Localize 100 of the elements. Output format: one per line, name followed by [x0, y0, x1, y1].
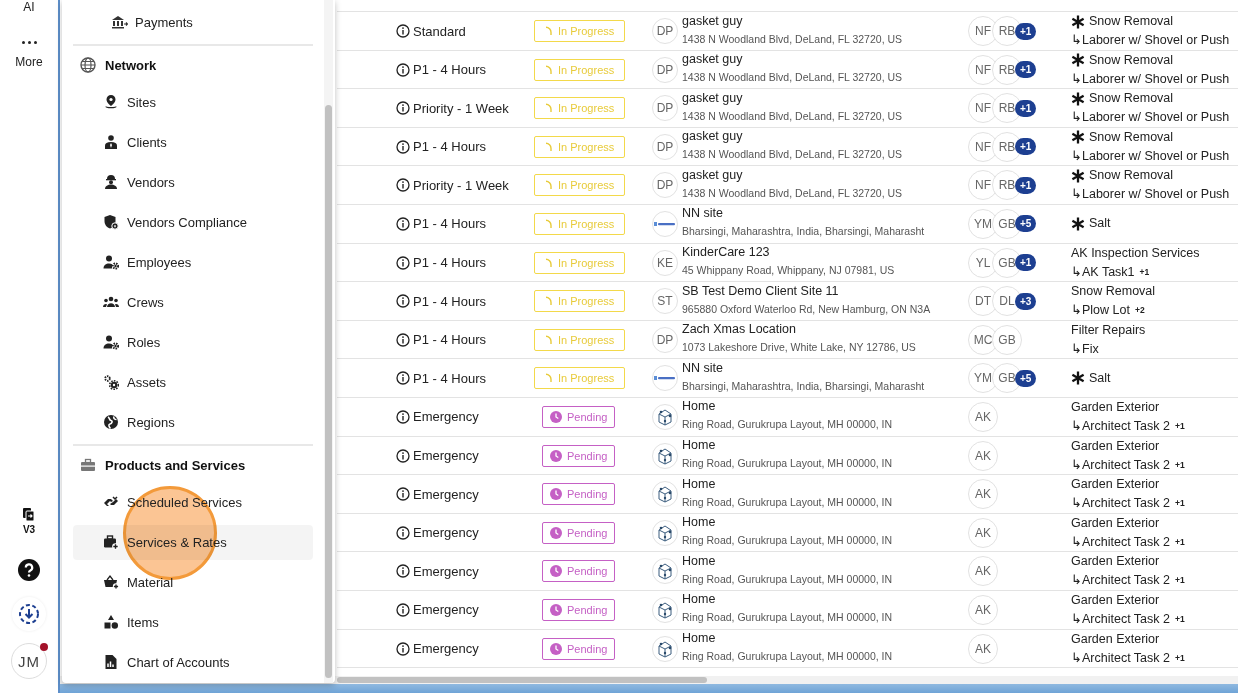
more-label[interactable]: More: [15, 56, 43, 69]
site-name: gasket guy: [682, 89, 744, 107]
task-name: ↳Laborer w/ Shovel or Push: [1071, 70, 1230, 88]
info-icon: [396, 525, 410, 540]
globe-icon: [103, 414, 119, 430]
globe-icon: [80, 57, 96, 73]
site-name: gasket guy: [682, 51, 744, 69]
spinner-icon: [545, 218, 553, 229]
menu-item[interactable]: Clients: [73, 122, 313, 162]
site-name: KinderCare 123: [682, 244, 771, 262]
menu-item[interactable]: Assets: [73, 362, 313, 402]
priority-text: P1 - 4 Hours: [413, 216, 486, 232]
spinner-icon: [545, 26, 553, 36]
menu-item[interactable]: Vendors Compliance: [73, 202, 313, 242]
clock-icon: [550, 642, 562, 655]
more-count: +1: [1175, 535, 1185, 549]
help-button[interactable]: [18, 559, 40, 581]
site-address: 1438 N Woodland Blvd, DeLand, FL 32720, US: [682, 108, 903, 124]
section-heading: Products and Services: [105, 457, 246, 473]
spinner-icon: [545, 141, 553, 152]
site-name: gasket guy: [682, 166, 744, 184]
more-count: +1: [1175, 612, 1185, 626]
menu-item[interactable]: Roles: [73, 322, 313, 362]
service-name: Garden Exterior: [1071, 437, 1160, 455]
ai-label[interactable]: AI: [23, 1, 35, 14]
task-name: ↳Architect Task 2: [1071, 495, 1170, 513]
service-name: Snow Removal: [1089, 167, 1174, 185]
status-badge: Pending: [542, 637, 616, 660]
menu-item[interactable]: Regions: [73, 402, 313, 442]
scrollbar-thumb[interactable]: [337, 677, 707, 683]
site-address: Ring Road, Gurukrupa Layout, MH 00000, IN: [682, 533, 893, 549]
count-badge: +5: [1015, 215, 1037, 233]
asterisk-icon: [1071, 91, 1085, 106]
site-address: Ring Road, Gurukrupa Layout, MH 00000, IN: [682, 417, 893, 433]
menu-item[interactable]: Material: [73, 562, 313, 602]
info-icon: [396, 641, 410, 656]
info-icon: [396, 62, 410, 77]
site-address: 1438 N Woodland Blvd, DeLand, FL 32720, US: [682, 70, 903, 86]
task-name: ↳Plow Lot: [1071, 302, 1130, 320]
menu-item[interactable]: Employees: [73, 242, 313, 282]
service-name: Snow Removal: [1089, 13, 1174, 30]
menu-item[interactable]: Crews: [73, 282, 313, 322]
status-badge: In Progress: [534, 290, 626, 313]
status-badge: Pending: [542, 598, 616, 621]
menu-item[interactable]: Sites: [73, 82, 313, 122]
person-gear-icon: [103, 334, 119, 350]
vendor-avatar: AK: [968, 556, 998, 587]
info-icon: [396, 178, 410, 193]
info-icon: [396, 294, 410, 309]
count-badge: +1: [1015, 99, 1037, 117]
vendor-avatar: AK: [968, 401, 998, 432]
service-name: Snow Removal: [1089, 90, 1174, 108]
site-address: Ring Road, Gurukrupa Layout, MH 00000, IN: [682, 649, 893, 664]
person-tie-icon: [103, 134, 119, 150]
site-name: Home: [682, 398, 717, 416]
menu-item[interactable]: Vendors: [73, 162, 313, 202]
spinner-icon: [545, 373, 553, 384]
clock-icon: [550, 410, 562, 423]
task-name: ↳Architect Task 2: [1071, 533, 1170, 551]
priority-text: P1 - 4 Hours: [413, 255, 486, 271]
task-name: ↳Architect Task 2: [1071, 649, 1170, 667]
info-icon: [396, 487, 410, 502]
status-badge: In Progress: [534, 212, 626, 235]
info-icon: [396, 332, 410, 347]
priority-text: Standard: [413, 23, 466, 39]
spinner-icon: [545, 180, 553, 191]
count-badge: +1: [1015, 176, 1037, 194]
status-badge: Pending: [542, 405, 616, 428]
download-icon: [18, 603, 40, 625]
menu-item[interactable]: Chart of Accounts: [73, 642, 313, 682]
info-icon: [396, 216, 410, 231]
asterisk-icon: [1071, 216, 1085, 231]
more-count: +1: [1175, 651, 1185, 665]
asterisk-icon: [1071, 130, 1085, 145]
service-name: Salt: [1089, 215, 1111, 233]
priority-text: Priority - 1 Week: [413, 100, 509, 116]
info-icon: [396, 409, 410, 424]
clock-icon: [550, 565, 562, 578]
spinner-icon: [545, 64, 553, 75]
priority-text: P1 - 4 Hours: [413, 62, 486, 78]
site-address: Bharsingi, Maharashtra, India, Bharsingi, Maharasht: [682, 378, 925, 394]
menu-item[interactable]: Payments: [73, 2, 313, 42]
task-name: ↳Architect Task 2: [1071, 456, 1170, 474]
site-name: NN site: [682, 359, 724, 377]
status-badge: Pending: [542, 444, 616, 467]
site-name: Home: [682, 630, 717, 647]
shapes-icon: [103, 614, 119, 630]
task-name: ↳Architect Task 2: [1071, 610, 1170, 628]
worker-icon: [103, 174, 119, 190]
site-address: 45 Whippany Road, Whippany, NJ 07981, US: [682, 263, 895, 279]
more-count: +1: [1139, 265, 1150, 279]
service-name: AK Inspection Services: [1071, 244, 1200, 262]
service-name: Salt: [1089, 369, 1111, 387]
priority-text: P1 - 4 Hours: [413, 139, 486, 155]
info-icon: [396, 564, 410, 579]
vendor-avatar: AK: [968, 440, 998, 471]
menu-item[interactable]: Services & Rates: [73, 524, 313, 560]
scrollbar-thumb[interactable]: [325, 105, 332, 678]
menu-item[interactable]: Items: [73, 602, 313, 642]
site-address: Ring Road, Gurukrupa Layout, MH 00000, IN: [682, 610, 893, 626]
